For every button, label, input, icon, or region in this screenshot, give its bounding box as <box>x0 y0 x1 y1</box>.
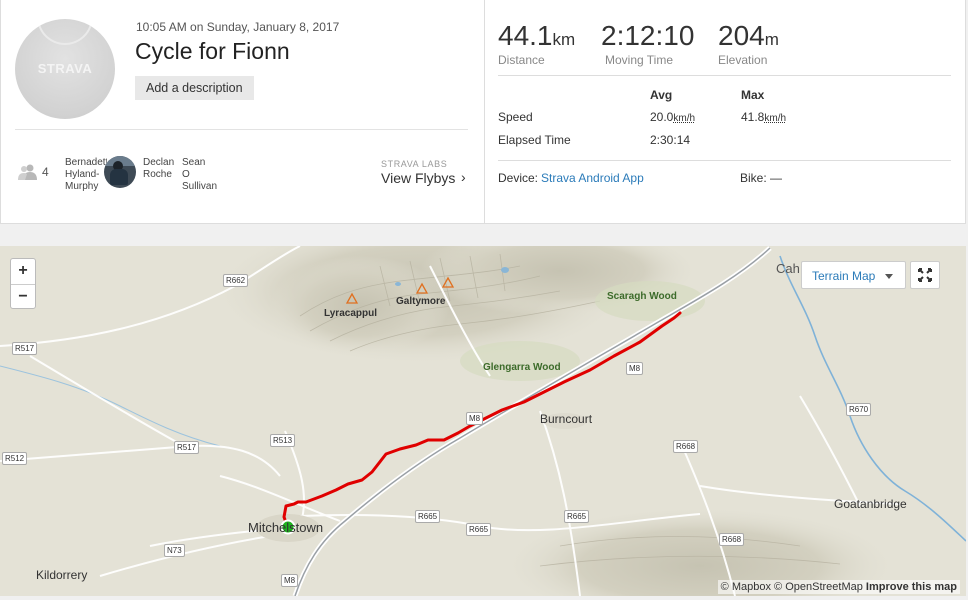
road-label: R665 <box>415 510 441 523</box>
speed-label: Speed <box>498 110 533 124</box>
map-style-dropdown[interactable]: Terrain Map <box>801 261 906 289</box>
place-goatanbridge: Goatanbridge <box>834 497 907 511</box>
distance-label: Distance <box>498 53 545 67</box>
fullscreen-button[interactable] <box>910 261 940 289</box>
road-label: R513 <box>270 434 296 447</box>
activity-date: 10:05 AM on Sunday, January 8, 2017 <box>136 20 340 34</box>
athlete-name-3[interactable]: Sean O Sullivan <box>182 157 217 193</box>
road-label: R668 <box>673 440 699 453</box>
divider <box>498 160 951 161</box>
place-cah: Cah <box>776 261 800 276</box>
activity-summary: STRAVA 10:05 AM on Sunday, January 8, 20… <box>1 0 485 224</box>
road-label: R668 <box>719 533 745 546</box>
zoom-controls: + − <box>10 258 36 309</box>
place-scaragh-wood: Scaragh Wood <box>607 291 677 302</box>
road-label: R665 <box>466 523 492 536</box>
moving-time-label: Moving Time <box>605 53 674 67</box>
strava-labs-caption: STRAVA LABS <box>381 159 448 169</box>
place-lyracappul: Lyracappul <box>324 308 377 319</box>
athlete-name-2[interactable]: Declan Roche <box>143 157 174 181</box>
view-flybys-link[interactable]: View Flybys <box>381 170 455 186</box>
avatar-silhouette <box>37 19 93 45</box>
road-label: R517 <box>174 441 200 454</box>
chevron-right-icon[interactable]: › <box>461 169 466 185</box>
road-label: R665 <box>564 510 590 523</box>
moving-time-stat: 2:12:10 <box>601 20 695 51</box>
athlete-count[interactable]: 4 <box>42 165 49 179</box>
athlete-avatar[interactable]: STRAVA <box>15 19 115 119</box>
speed-avg: 20.0km/h <box>650 110 696 124</box>
mapbox-attribution-link[interactable]: © Mapbox <box>721 581 771 593</box>
place-burncourt: Burncourt <box>540 412 593 426</box>
road-label: M8 <box>626 362 644 375</box>
avg-header: Avg <box>650 88 673 102</box>
place-kildorrery: Kildorrery <box>36 568 88 582</box>
improve-map-link[interactable]: Improve this map <box>866 581 957 593</box>
max-header: Max <box>741 88 765 102</box>
caret-down-icon <box>885 274 893 279</box>
place-mitchelstown: Mitchelstown <box>248 520 324 535</box>
bike-info: Bike: — <box>740 171 783 185</box>
elapsed-time-label: Elapsed Time <box>498 133 571 147</box>
place-glengarra-wood: Glengarra Wood <box>483 362 561 373</box>
fullscreen-icon <box>918 268 932 282</box>
osm-attribution-link[interactable]: © OpenStreetMap <box>774 581 863 593</box>
device-link[interactable]: Strava Android App <box>541 171 644 185</box>
device-label: Device: <box>498 171 539 185</box>
activity-header: STRAVA 10:05 AM on Sunday, January 8, 20… <box>0 0 966 224</box>
distance-stat: 44.1km <box>498 20 576 51</box>
divider <box>498 75 951 76</box>
zoom-in-button[interactable]: + <box>11 259 35 284</box>
activity-title: Cycle for Fionn <box>135 38 290 64</box>
road-label: M8 <box>466 412 484 425</box>
map-style-label: Terrain Map <box>812 269 876 283</box>
athlete-photo[interactable] <box>104 156 136 188</box>
road-label: R517 <box>12 342 38 355</box>
map-attribution: © Mapbox © OpenStreetMap Improve this ma… <box>717 580 960 594</box>
divider <box>15 129 468 130</box>
place-galtymore: Galtymore <box>396 296 446 307</box>
group-athletes-icon[interactable] <box>17 163 39 181</box>
road-label: R670 <box>846 403 872 416</box>
strava-logo: STRAVA <box>37 61 93 76</box>
elevation-label: Elevation <box>718 53 768 67</box>
road-label: N73 <box>164 544 185 557</box>
athlete-name-1[interactable]: Bernadette Hyland- Murphy <box>65 157 107 193</box>
road-label: R662 <box>223 274 249 287</box>
elapsed-time-value: 2:30:14 <box>650 133 691 147</box>
add-description-button[interactable]: Add a description <box>135 76 254 100</box>
zoom-out-button[interactable]: − <box>11 284 35 309</box>
elevation-stat: 204m <box>718 20 779 51</box>
route-map[interactable]: Cah Scaragh Wood Lyracappul Galtymore Gl… <box>0 246 966 596</box>
road-label: R512 <box>2 452 28 465</box>
speed-max: 41.8km/h <box>741 110 787 124</box>
road-label: M8 <box>281 574 299 587</box>
